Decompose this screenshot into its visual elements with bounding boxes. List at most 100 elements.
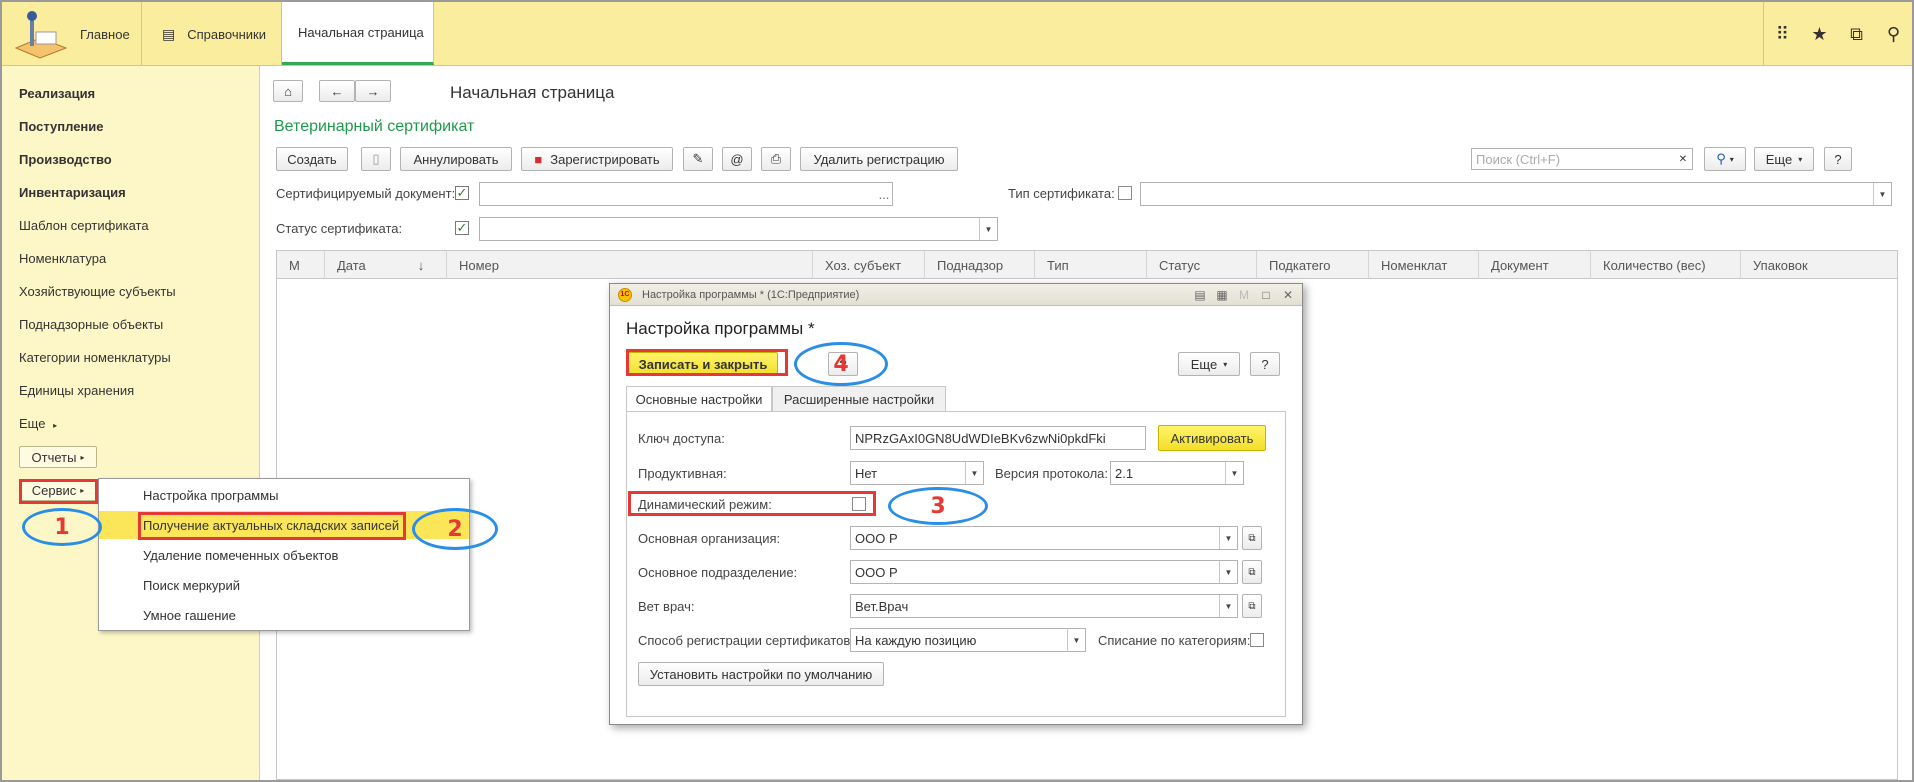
vet-select[interactable]: Вет.Врач ▼	[850, 594, 1238, 618]
help-button[interactable]: ?	[1824, 147, 1852, 171]
back-button[interactable]: ←	[319, 80, 355, 102]
open-org-button[interactable]: ⧉	[1242, 526, 1262, 550]
chevron-down-icon[interactable]: ▼	[1873, 183, 1891, 205]
search-button[interactable]: ⚲ ▾	[1704, 147, 1746, 171]
writeoff-checkbox[interactable]	[1250, 633, 1264, 647]
sidebar-item-production[interactable]: Производство	[19, 152, 112, 167]
chevron-down-icon[interactable]: ▼	[1219, 561, 1237, 583]
cert-status-field[interactable]: ▼	[479, 217, 998, 241]
forward-button[interactable]: →	[355, 80, 391, 102]
column-header[interactable]: Тип	[1035, 251, 1147, 279]
search-input[interactable]: Поиск (Ctrl+F)	[1471, 148, 1693, 170]
tab-main[interactable]: Главное	[70, 2, 142, 66]
open-dept-button[interactable]: ⧉	[1242, 560, 1262, 584]
dialog-more-button[interactable]: Еще ▾	[1178, 352, 1240, 376]
menu-item-program-settings[interactable]: Настройка программы	[99, 481, 469, 509]
calculator-icon[interactable]: ▤	[1192, 288, 1208, 302]
delete-registration-button[interactable]: Удалить регистрацию	[800, 147, 958, 171]
tab-basic-settings[interactable]: Основные настройки	[626, 386, 772, 412]
set-defaults-button[interactable]: Установить настройки по умолчанию	[638, 662, 884, 686]
dialog-help-button-2[interactable]: ?	[1250, 352, 1280, 376]
maximize-icon[interactable]: □	[1258, 288, 1274, 302]
clear-search-button[interactable]: ✕	[1673, 148, 1693, 170]
productive-label: Продуктивная:	[638, 466, 727, 481]
reports-button[interactable]: Отчеты ▸	[19, 446, 97, 468]
star-icon[interactable]: ★	[1801, 2, 1838, 66]
tab-home-page[interactable]: Начальная страница	[282, 2, 434, 65]
print-button[interactable]: ⎙	[761, 147, 791, 171]
sidebar-item-inventory[interactable]: Инвентаризация	[19, 185, 126, 200]
tab-advanced-settings[interactable]: Расширенные настройки	[772, 386, 946, 412]
list-icon: ▤	[162, 25, 176, 42]
annul-button[interactable]: Аннулировать	[400, 147, 512, 171]
copy-icon: ▯	[372, 151, 380, 166]
sidebar-item-receipts[interactable]: Поступление	[19, 119, 104, 134]
memory-icon[interactable]: M	[1236, 288, 1252, 302]
chevron-down-icon: ▾	[1729, 154, 1734, 164]
column-header[interactable]: Упаковок	[1741, 251, 1898, 279]
column-header[interactable]: Статус	[1147, 251, 1257, 279]
home-button[interactable]: ⌂	[273, 80, 303, 102]
menu-item-search-mercury[interactable]: Поиск меркурий	[99, 571, 469, 599]
create-button[interactable]: Создать	[276, 147, 348, 171]
column-header[interactable]: Количество (вес)	[1591, 251, 1741, 279]
calendar-icon[interactable]: ▦	[1214, 288, 1230, 302]
close-icon[interactable]: ✕	[1280, 288, 1296, 302]
tab-references[interactable]: ▤ Справочники	[142, 2, 282, 66]
cert-status-checkbox[interactable]: ✓	[455, 221, 469, 235]
cert-type-checkbox[interactable]	[1118, 186, 1132, 200]
cert-type-field[interactable]: ▼	[1140, 182, 1892, 206]
chevron-down-icon[interactable]: ▼	[1067, 629, 1085, 651]
search-icon[interactable]: ⚲	[1875, 2, 1912, 66]
cert-doc-checkbox[interactable]: ✓	[455, 186, 469, 200]
apps-grid-icon[interactable]: ⠿	[1764, 2, 1801, 66]
reg-method-select[interactable]: На каждую позицию ▼	[850, 628, 1086, 652]
sign-button[interactable]: ✎	[683, 147, 713, 171]
column-header[interactable]: Номенклат	[1369, 251, 1479, 279]
open-icon: ⧉	[1248, 532, 1256, 544]
column-header[interactable]: Дата ↓	[325, 251, 447, 279]
sidebar-item-nomenclature[interactable]: Номенклатура	[19, 251, 106, 266]
chevron-down-icon[interactable]: ▼	[979, 218, 997, 240]
email-button[interactable]: @	[722, 147, 752, 171]
chevron-down-icon[interactable]: ▼	[1225, 462, 1243, 484]
chevron-down-icon[interactable]: ▼	[1219, 595, 1237, 617]
open-vet-button[interactable]: ⧉	[1242, 594, 1262, 618]
sidebar-item-storage-units[interactable]: Единицы хранения	[19, 383, 134, 398]
top-icons: ⠿ ★ ⧉ ⚲	[1763, 2, 1912, 66]
protocol-select[interactable]: 2.1 ▼	[1110, 461, 1244, 485]
register-button[interactable]: ■ Зарегистрировать	[521, 147, 673, 171]
triangle-right-icon: ▸	[53, 421, 58, 430]
arrow-right-icon: →	[366, 83, 380, 99]
menu-item-smart-redemption[interactable]: Умное гашение	[99, 601, 469, 629]
column-header[interactable]: Документ	[1479, 251, 1591, 279]
productive-select[interactable]: Нет ▼	[850, 461, 984, 485]
top-bar: Главное ▤ Справочники Начальная страница…	[2, 2, 1912, 66]
sidebar-item-business-entities[interactable]: Хозяйствующие субъекты	[19, 284, 176, 299]
home-icon: ⌂	[284, 83, 292, 99]
column-header[interactable]: Номер	[447, 251, 813, 279]
main-dept-select[interactable]: ООО Р ▼	[850, 560, 1238, 584]
history-icon[interactable]: ⧉	[1838, 2, 1875, 66]
menu-item-delete-marked[interactable]: Удаление помеченных объектов	[99, 541, 469, 569]
sidebar-item-more[interactable]: Еще ▸	[19, 416, 57, 431]
more-button[interactable]: Еще ▾	[1754, 147, 1814, 171]
activate-button[interactable]: Активировать	[1158, 425, 1266, 451]
printer-icon: ⎙	[770, 151, 782, 166]
column-header[interactable]: М	[277, 251, 325, 279]
sidebar-item-sales[interactable]: Реализация	[19, 86, 95, 101]
column-header[interactable]: Хоз. субъект	[813, 251, 925, 279]
open-icon: ⧉	[1248, 566, 1256, 578]
sidebar-item-cert-template[interactable]: Шаблон сертификата	[19, 218, 149, 233]
sidebar-item-nomenclature-categories[interactable]: Категории номенклатуры	[19, 350, 171, 365]
column-header[interactable]: Подкатего	[1257, 251, 1369, 279]
sidebar-item-supervised-objects[interactable]: Поднадзорные объекты	[19, 317, 163, 332]
chevron-down-icon[interactable]: ▼	[965, 462, 983, 484]
column-header[interactable]: Поднадзор	[925, 251, 1035, 279]
cert-doc-select-button[interactable]: ...	[875, 184, 893, 204]
main-org-select[interactable]: ООО Р ▼	[850, 526, 1238, 550]
access-key-field[interactable]: NPRzGAxI0GN8UdWDIeBKv6zwNi0pkdFki	[850, 426, 1146, 450]
copy-button[interactable]: ▯	[361, 147, 391, 171]
cert-doc-field[interactable]	[479, 182, 893, 206]
chevron-down-icon[interactable]: ▼	[1219, 527, 1237, 549]
